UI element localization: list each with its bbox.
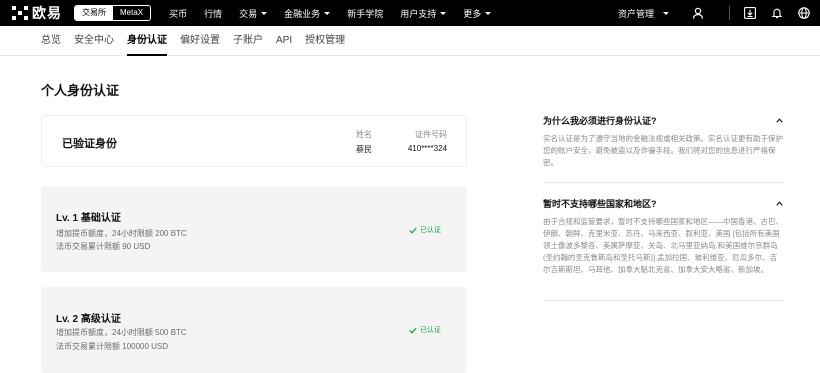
nav-label: 更多 <box>463 8 482 19</box>
nav-academy[interactable]: 新手学院 <box>347 7 383 20</box>
level-title: Lv. 2 高级认证 <box>56 314 121 325</box>
nav-finance[interactable]: 金融业务 <box>284 7 331 20</box>
tab-overview[interactable]: 总览 <box>41 26 61 56</box>
asset-management-menu[interactable]: 资产管理 <box>618 7 669 20</box>
chevron-up-icon <box>776 118 783 123</box>
level-title: Lv. 1 基础认证 <box>56 213 121 224</box>
id-label: 证件号码 <box>415 130 447 139</box>
faq-question-toggle[interactable]: 暂时不支持哪些国家和地区? <box>543 197 783 210</box>
tab-preferences[interactable]: 偏好设置 <box>180 26 220 56</box>
status-text: 已认证 <box>420 227 441 234</box>
okx-logo-icon <box>12 6 28 20</box>
status-text: 已认证 <box>420 327 441 334</box>
chevron-down-icon <box>485 11 492 15</box>
tab-sub-accounts[interactable]: 子账户 <box>233 26 263 56</box>
page-title: 个人身份认证 <box>41 83 120 98</box>
tab-identity-verification[interactable]: 身份认证 <box>127 26 167 56</box>
asset-label: 资产管理 <box>617 8 654 19</box>
chevron-down-icon <box>440 11 447 15</box>
nav-label: 金融业务 <box>284 8 321 19</box>
nav-support[interactable]: 用户支持 <box>400 7 447 20</box>
faq-item-unsupported-regions: 暂时不支持哪些国家和地区? 由于合规和监管要求，暂时不支持哪些国家和地区——中国… <box>543 197 783 276</box>
faq-question-toggle[interactable]: 为什么我必须进行身份认证? <box>543 114 783 127</box>
main-nav: 买币 行情 交易 金融业务 新手学院 用户支持 更多 <box>169 7 508 20</box>
top-navigation-bar: 欧易 交易所 MetaX 买币 行情 交易 金融业务 新手学院 用户支持 更多 … <box>0 0 820 26</box>
name-label: 姓名 <box>356 130 372 139</box>
chevron-up-icon <box>776 201 783 206</box>
account-subnav: 总览 安全中心 身份认证 偏好设置 子账户 API 授权管理 <box>0 26 820 56</box>
nav-trade[interactable]: 交易 <box>239 7 268 20</box>
check-icon <box>409 227 417 234</box>
level-status: 已认证 <box>409 225 441 235</box>
download-icon[interactable] <box>743 6 757 20</box>
faq-divider <box>543 300 783 301</box>
id-column: 证件号码 410****324 <box>408 129 447 153</box>
okx-logo[interactable]: 欧易 <box>12 3 62 23</box>
user-icon[interactable] <box>691 6 705 20</box>
nav-more[interactable]: 更多 <box>463 7 492 20</box>
header-divider <box>729 6 730 20</box>
switch-metax[interactable]: MetaX <box>113 6 151 20</box>
nav-label: 用户支持 <box>400 8 437 19</box>
level-2-card: Lv. 2 高级认证 增加提币额度，24小时限额 500 BTC 法币交易累计限… <box>41 287 467 373</box>
level-status: 已认证 <box>409 325 441 335</box>
bell-icon[interactable] <box>770 6 784 20</box>
check-icon <box>409 327 417 334</box>
name-column: 姓名 蔡民 <box>356 129 372 155</box>
faq-answer: 实名认证是为了遵守当地的金融法规或相关政策。实名认证更有助于保护您的账户安全，避… <box>543 134 783 167</box>
nav-label: 买币 <box>169 8 188 19</box>
verified-identity-card: 已验证身份 姓名 蔡民 证件号码 410****324 <box>41 115 467 167</box>
platform-switch: 交易所 MetaX <box>74 5 152 21</box>
level-desc-withdraw: 增加提币额度，24小时限额 200 BTC <box>56 229 187 238</box>
chevron-down-icon <box>324 11 331 15</box>
id-value: 410****324 <box>407 144 447 153</box>
name-value: 蔡民 <box>356 145 372 154</box>
switch-exchange[interactable]: 交易所 <box>75 6 113 20</box>
faq-divider <box>543 182 783 183</box>
faq-question: 暂时不支持哪些国家和地区? <box>543 199 657 209</box>
nav-buy-crypto[interactable]: 买币 <box>169 7 187 20</box>
level-desc-fiat: 法币交易累计限额 100000 USD <box>56 342 169 351</box>
logo-text: 欧易 <box>32 5 62 21</box>
tab-api[interactable]: API <box>276 26 292 56</box>
chevron-down-icon <box>663 11 669 15</box>
level-desc-fiat: 法币交易累计限额 90 USD <box>56 242 151 251</box>
verified-title: 已验证身份 <box>62 138 117 150</box>
level-desc-withdraw: 增加提币额度，24小时限额 500 BTC <box>56 328 187 337</box>
chevron-down-icon <box>261 11 268 15</box>
nav-label: 新手学院 <box>347 8 384 19</box>
globe-icon[interactable] <box>797 6 811 20</box>
faq-answer: 由于合规和监管要求，暂时不支持哪些国家和地区——中国香港、古巴、伊朗、朝鲜、克里… <box>543 217 783 274</box>
level-1-card: Lv. 1 基础认证 增加提币额度，24小时限额 200 BTC 法币交易累计限… <box>41 186 467 272</box>
faq-item-why-verify: 为什么我必须进行身份认证? 实名认证是为了遵守当地的金融法规或相关政策。实名认证… <box>543 114 783 169</box>
tab-authorization[interactable]: 授权管理 <box>305 26 345 56</box>
nav-label: 交易 <box>239 8 258 19</box>
faq-question: 为什么我必须进行身份认证? <box>543 116 657 126</box>
tab-security-center[interactable]: 安全中心 <box>74 26 114 56</box>
header-right: 资产管理 <box>618 0 820 26</box>
nav-label: 行情 <box>204 8 223 19</box>
nav-markets[interactable]: 行情 <box>204 7 222 20</box>
